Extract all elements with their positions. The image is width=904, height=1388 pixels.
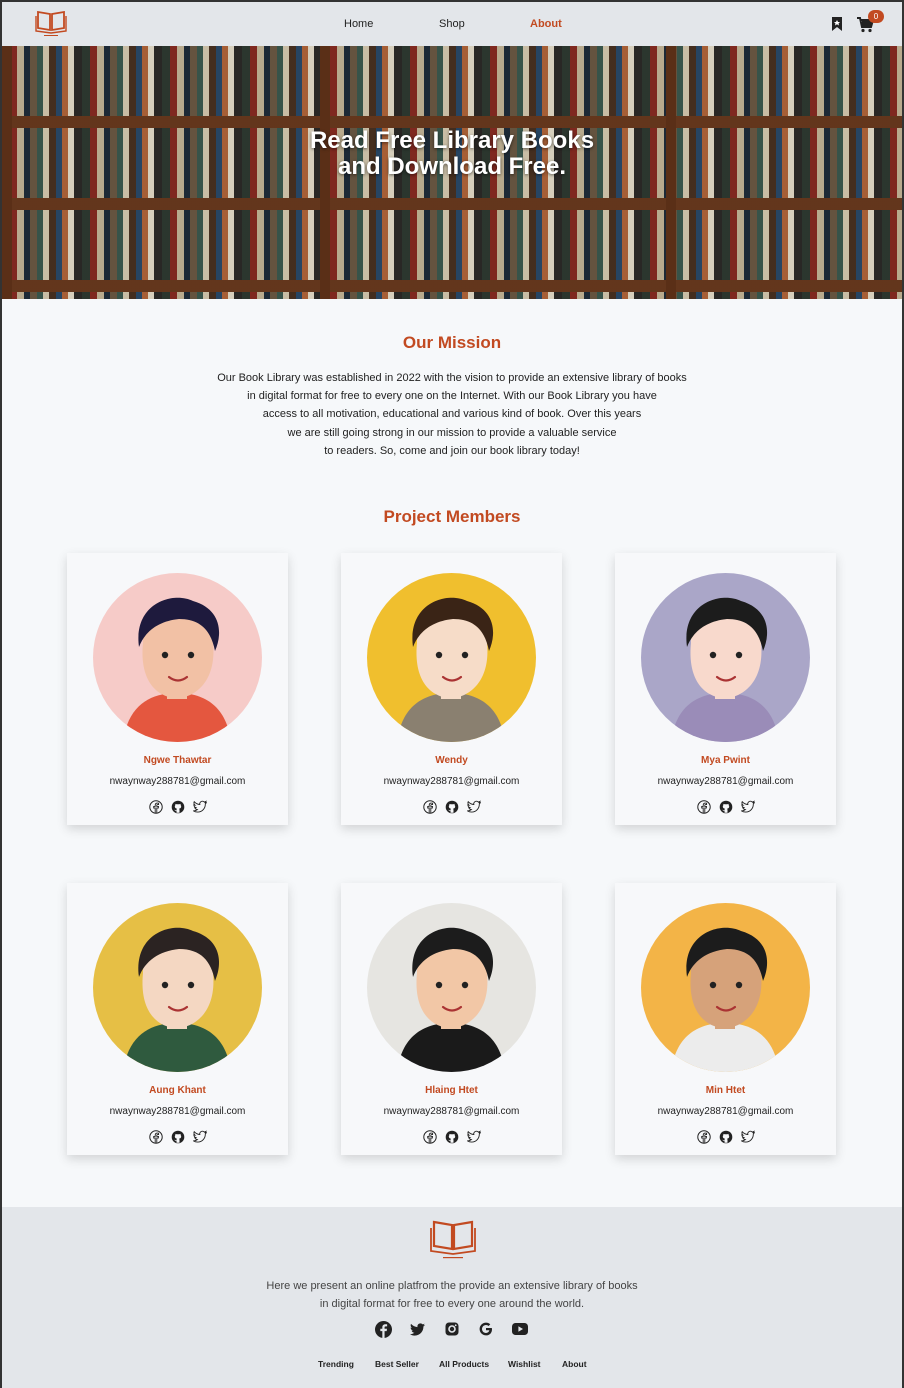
footer-link-all-products[interactable]: All Products [439, 1359, 489, 1369]
member-card: Ngwe Thawtar nwaynway288781@gmail.com [67, 553, 288, 825]
avatar-illustration [671, 597, 779, 742]
instagram-icon[interactable] [445, 1322, 459, 1336]
github-icon[interactable] [445, 800, 459, 814]
shelf-post [666, 46, 676, 299]
member-socials [67, 1130, 288, 1144]
shelf-post [2, 46, 12, 299]
mission-title: Our Mission [402, 333, 502, 352]
members-title: Project Members [383, 507, 521, 526]
member-name: Wendy [435, 755, 468, 766]
mission-line: we are still going strong in our mission… [287, 426, 617, 439]
member-email[interactable]: nwaynway288781@gmail.com [67, 1106, 288, 1117]
github-icon[interactable] [719, 800, 733, 814]
mission-line: in digital format for free to every one … [247, 390, 657, 403]
avatar-illustration [123, 597, 231, 742]
member-name: Min Htet [705, 1085, 746, 1096]
facebook-icon[interactable] [422, 800, 437, 814]
twitter-icon[interactable] [466, 1130, 481, 1144]
twitter-icon[interactable] [192, 1130, 207, 1144]
member-avatar [641, 573, 810, 742]
member-email[interactable]: nwaynway288781@gmail.com [67, 776, 288, 787]
footer-line: Here we present an online platfrom the p… [266, 1280, 638, 1292]
nav-about-link[interactable]: About [530, 18, 562, 30]
member-avatar [93, 573, 262, 742]
twitter-icon[interactable] [192, 800, 207, 814]
cart-count-badge: 0 [868, 10, 884, 23]
footer-link-wishlist[interactable]: Wishlist [508, 1359, 541, 1369]
member-name: Mya Pwint [701, 755, 750, 766]
facebook-icon[interactable] [375, 1321, 392, 1338]
twitter-icon[interactable] [466, 800, 481, 814]
github-icon[interactable] [171, 1130, 185, 1144]
hero-banner: Read Free Library Books and Download Fre… [2, 46, 902, 299]
member-avatar [93, 903, 262, 1072]
footer-line: in digital format for free to every one … [319, 1298, 585, 1310]
facebook-icon[interactable] [148, 1130, 163, 1144]
facebook-icon[interactable] [696, 800, 711, 814]
member-avatar [367, 573, 536, 742]
github-icon[interactable] [719, 1130, 733, 1144]
avatar-illustration [397, 927, 505, 1072]
mission-line: to readers. So, come and join our book l… [324, 444, 580, 457]
member-email[interactable]: nwaynway288781@gmail.com [615, 776, 836, 787]
member-name: Aung Khant [149, 1085, 206, 1096]
member-socials [341, 1130, 562, 1144]
member-card: Aung Khant nwaynway288781@gmail.com [67, 883, 288, 1155]
mission-line: Our Book Library was established in 2022… [217, 372, 687, 384]
member-email[interactable]: nwaynway288781@gmail.com [341, 1106, 562, 1117]
facebook-icon[interactable] [696, 1130, 711, 1144]
nav-shop-link[interactable]: Shop [439, 18, 465, 30]
member-avatar [367, 903, 536, 1072]
top-navbar: Home Shop About 0 [2, 2, 902, 46]
member-card: Min Htet nwaynway288781@gmail.com [615, 883, 836, 1155]
bookmark-icon[interactable] [831, 16, 843, 32]
github-icon[interactable] [171, 800, 185, 814]
member-name: Ngwe Thawtar [143, 755, 212, 766]
facebook-icon[interactable] [422, 1130, 437, 1144]
hero-title: Read Free Library Books and Download Fre… [309, 127, 595, 180]
member-socials [615, 1130, 836, 1144]
footer-link-best-seller[interactable]: Best Seller [375, 1359, 419, 1369]
member-socials [615, 800, 836, 814]
mission-line: access to all motivation, educational an… [262, 408, 642, 421]
facebook-icon[interactable] [148, 800, 163, 814]
member-card: Hlaing Htet nwaynway288781@gmail.com [341, 883, 562, 1155]
google-icon[interactable] [479, 1322, 493, 1336]
footer-description: Here we present an online platfrom the p… [202, 1277, 702, 1313]
github-icon[interactable] [445, 1130, 459, 1144]
member-socials [67, 800, 288, 814]
twitter-icon[interactable] [740, 1130, 755, 1144]
nav-home-link[interactable]: Home [344, 18, 373, 30]
member-avatar [641, 903, 810, 1072]
avatar-illustration [397, 597, 505, 742]
member-email[interactable]: nwaynway288781@gmail.com [615, 1106, 836, 1117]
avatar-illustration [671, 927, 779, 1072]
footer-link-about[interactable]: About [562, 1359, 587, 1369]
footer-link-trending[interactable]: Trending [318, 1359, 354, 1369]
member-name: Hlaing Htet [425, 1085, 478, 1096]
member-card: Mya Pwint nwaynway288781@gmail.com [615, 553, 836, 825]
member-card: Wendy nwaynway288781@gmail.com [341, 553, 562, 825]
twitter-icon[interactable] [740, 800, 755, 814]
youtube-icon[interactable] [512, 1323, 528, 1335]
twitter-icon[interactable] [410, 1323, 425, 1336]
avatar-illustration [123, 927, 231, 1072]
member-email[interactable]: nwaynway288781@gmail.com [341, 776, 562, 787]
member-socials [341, 800, 562, 814]
book-logo-icon[interactable] [429, 1217, 477, 1261]
mission-text: Our Book Library was established in 2022… [202, 369, 702, 460]
footer: Here we present an online platfrom the p… [2, 1207, 902, 1388]
